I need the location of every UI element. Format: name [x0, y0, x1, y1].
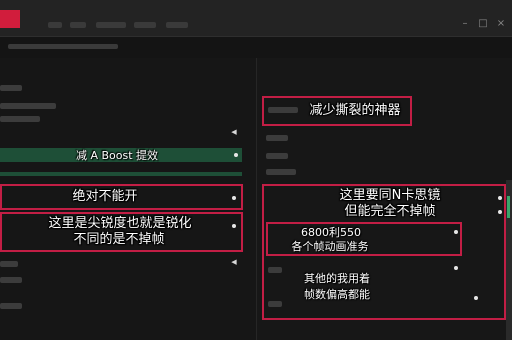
toggle-indicator-icon[interactable] [454, 230, 458, 234]
annotation-never-on: 绝对不能开 [72, 189, 138, 204]
annotation-gpu-line1: 6800利550 [301, 226, 361, 239]
annotation-nvidia-line1: 这里要同N卡思镜 [339, 188, 441, 203]
toggle-indicator-icon[interactable] [234, 153, 238, 157]
minimize-icon[interactable]: – [460, 19, 470, 29]
close-icon[interactable]: × [496, 19, 506, 29]
annotation-gpu-line2: 各个帧动画准务 [291, 240, 369, 253]
annotation-nvidia-line2: 但能完全不掉帧 [344, 204, 436, 219]
chevron-right-icon[interactable]: ◀ [230, 128, 238, 136]
green-caption: 减 A Boost 提效 [75, 149, 159, 162]
tab-1[interactable] [48, 22, 62, 28]
annotation-sharpness-line1: 这里是尖锐度也就是锐化 [48, 216, 192, 231]
toggle-indicator-icon[interactable] [498, 210, 502, 214]
scrollbar-thumb[interactable] [507, 196, 510, 218]
annotation-sharpness-line2: 不同的是不掉帧 [73, 232, 165, 247]
page-subtitle [8, 44, 118, 49]
tab-4[interactable] [134, 22, 156, 28]
toggle-indicator-icon[interactable] [232, 224, 236, 228]
app-logo-icon [0, 10, 20, 28]
green-divider [0, 172, 242, 176]
title-bar [0, 0, 512, 37]
tab-2[interactable] [70, 22, 86, 28]
toggle-indicator-icon[interactable] [498, 196, 502, 200]
maximize-icon[interactable]: □ [478, 19, 488, 29]
toggle-indicator-icon[interactable] [454, 266, 458, 270]
toggle-indicator-icon[interactable] [474, 296, 478, 300]
annotation-other-line2: 帧数偏高都能 [304, 288, 370, 301]
toggle-indicator-icon[interactable] [232, 196, 236, 200]
tab-5[interactable] [166, 22, 188, 28]
annotation-other-line1: 其他的我用着 [304, 272, 370, 285]
tab-3[interactable] [96, 22, 126, 28]
chevron-right-icon[interactable]: ◀ [230, 258, 238, 266]
annotation-reduce-tearing: 减少撕裂的神器 [309, 103, 401, 118]
